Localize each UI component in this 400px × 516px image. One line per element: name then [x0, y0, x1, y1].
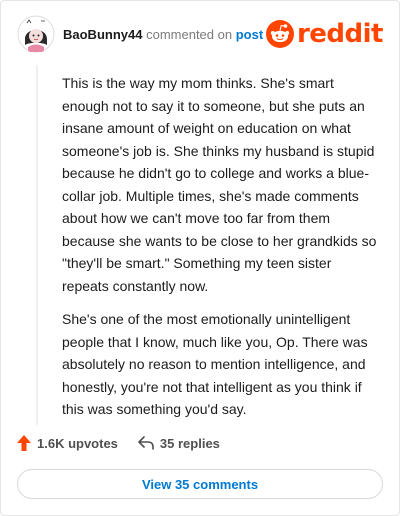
comment-card: BaoBunny44 commented on post reddit This… [0, 0, 400, 516]
replies-button[interactable]: 35 replies [138, 436, 220, 451]
comment-header: BaoBunny44 commented on post reddit [17, 15, 384, 55]
commented-on-text: commented on [146, 27, 233, 42]
comment-actions: 1.6K upvotes 35 replies [17, 433, 240, 453]
comment-meta: BaoBunny44 commented on post [63, 27, 263, 43]
comment-paragraph: This is the way my mom thinks. She's sma… [62, 75, 377, 294]
user-avatar[interactable] [17, 15, 55, 53]
post-link[interactable]: post [236, 27, 263, 42]
thread-line[interactable] [36, 65, 38, 425]
comment-body: This is the way my mom thinks. She's sma… [62, 72, 380, 432]
reply-arrow-icon [138, 436, 154, 450]
upvote-count: 1.6K upvotes [37, 435, 118, 451]
comment-paragraph: She's one of the most emotionally uninte… [62, 311, 368, 417]
reddit-wordmark: reddit [296, 19, 384, 49]
reddit-logo[interactable]: reddit [265, 19, 384, 49]
reply-count: 35 replies [159, 435, 220, 451]
view-comments-button[interactable]: View 35 comments [17, 469, 383, 499]
upvote-button[interactable]: 1.6K upvotes [17, 435, 118, 451]
upvote-arrow-icon [17, 435, 31, 451]
username-link[interactable]: BaoBunny44 [63, 27, 142, 42]
reddit-snoo-icon [265, 20, 294, 48]
